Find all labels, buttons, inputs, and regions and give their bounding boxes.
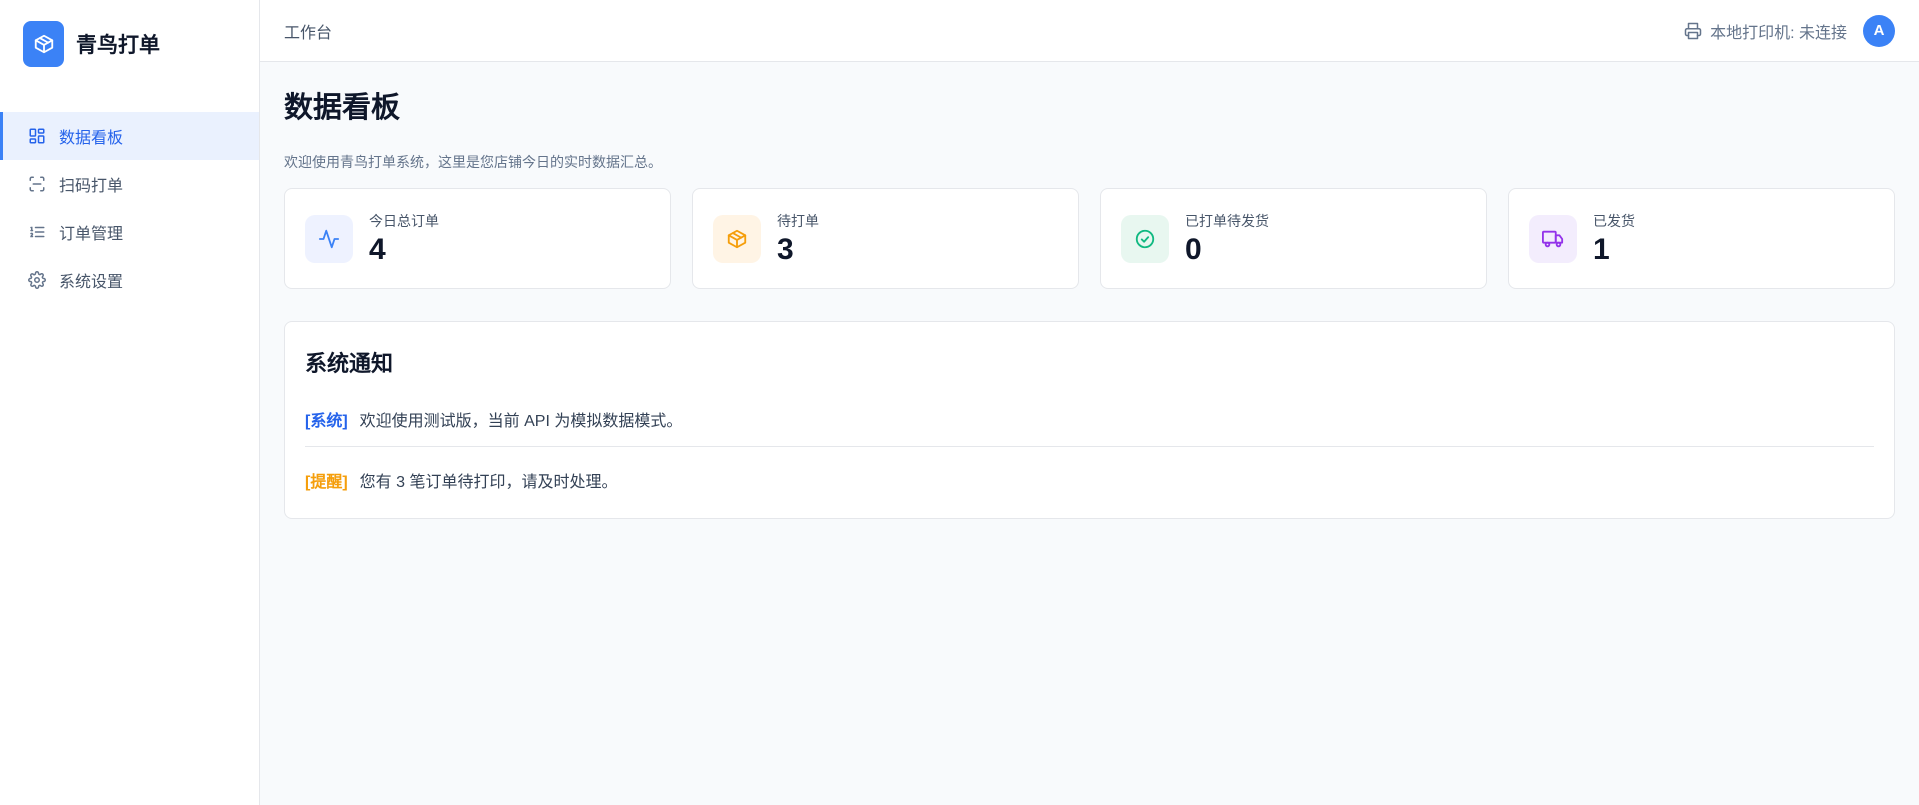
check-circle-icon — [1121, 214, 1169, 263]
topbar: 工作台 本地打印机: 未连接 A — [260, 0, 1919, 62]
notice-item: [系统] 欢迎使用测试版，当前 API 为模拟数据模式。 — [305, 400, 1874, 438]
notice-tag: [提醒] — [305, 473, 348, 491]
notice-list: [系统] 欢迎使用测试版，当前 API 为模拟数据模式。 [提醒] 您有 3 笔… — [305, 400, 1874, 502]
stats-row: 今日总订单 4 待打单 3 已打单待发货 0 已发货 1 — [284, 188, 1895, 289]
package-icon — [23, 21, 64, 67]
sidebar: 青鸟打单 数据看板 扫码打单 订单管理 系统设置 — [0, 0, 260, 805]
stat-label: 今日总订单 — [369, 212, 439, 229]
topbar-right: 本地打印机: 未连接 A — [1684, 14, 1895, 47]
sidebar-item-orders[interactable]: 订单管理 — [0, 208, 259, 256]
notice-title: 系统通知 — [305, 351, 394, 376]
notice-text: 欢迎使用测试版，当前 API 为模拟数据模式。 — [359, 413, 683, 430]
printer-status[interactable]: 本地打印机: 未连接 — [1684, 19, 1847, 43]
stat-card-total-orders: 今日总订单 4 — [284, 188, 671, 289]
avatar[interactable]: A — [1863, 14, 1895, 47]
sidebar-item-label: 订单管理 — [59, 226, 124, 243]
notice-item: [提醒] 您有 3 笔订单待打印，请及时处理。 — [305, 446, 1874, 502]
printer-icon — [1684, 22, 1702, 40]
stat-card-printed-pending-ship: 已打单待发货 0 — [1100, 188, 1487, 289]
sidebar-item-dashboard[interactable]: 数据看板 — [0, 112, 259, 160]
package-icon — [713, 214, 761, 263]
notice-text: 您有 3 笔订单待打印，请及时处理。 — [359, 473, 618, 491]
app-root: 青鸟打单 数据看板 扫码打单 订单管理 系统设置 工作台 本地打印机: 未连接 … — [0, 0, 1919, 805]
sidebar-item-settings[interactable]: 系统设置 — [0, 256, 259, 304]
sidebar-item-label: 系统设置 — [59, 274, 124, 291]
scan-icon — [27, 174, 47, 194]
activity-icon — [305, 214, 353, 263]
notice-tag: [系统] — [305, 413, 348, 430]
stat-value: 4 — [369, 232, 386, 266]
sidebar-item-scan[interactable]: 扫码打单 — [0, 160, 259, 208]
sidebar-nav: 数据看板 扫码打单 订单管理 系统设置 — [0, 112, 259, 304]
truck-icon — [1529, 214, 1577, 263]
main: 工作台 本地打印机: 未连接 A 数据看板 欢迎使用青鸟打单系统，这里是您店铺今… — [260, 0, 1919, 805]
list-icon — [27, 222, 47, 242]
stat-value: 3 — [777, 232, 794, 266]
stat-value: 1 — [1593, 232, 1610, 266]
printer-status-text: 本地打印机: 未连接 — [1710, 24, 1847, 42]
stat-card-pending-print: 待打单 3 — [692, 188, 1079, 289]
sidebar-item-label: 扫码打单 — [59, 178, 124, 195]
stat-value: 0 — [1185, 232, 1202, 266]
gear-icon — [27, 270, 47, 290]
brand-name: 青鸟打单 — [76, 34, 160, 57]
page-title: 数据看板 — [284, 92, 401, 124]
stat-label: 已发货 — [1593, 212, 1635, 229]
content: 数据看板 欢迎使用青鸟打单系统，这里是您店铺今日的实时数据汇总。 今日总订单 4 — [260, 62, 1919, 519]
system-notice-panel: 系统通知 [系统] 欢迎使用测试版，当前 API 为模拟数据模式。 [提醒] 您… — [284, 321, 1895, 519]
stat-card-shipped: 已发货 1 — [1508, 188, 1895, 289]
sidebar-item-label: 数据看板 — [59, 130, 124, 147]
stat-label: 待打单 — [777, 212, 819, 229]
stat-label: 已打单待发货 — [1185, 212, 1269, 229]
page-subtitle: 欢迎使用青鸟打单系统，这里是您店铺今日的实时数据汇总。 — [284, 154, 662, 170]
brand[interactable]: 青鸟打单 — [0, 0, 259, 88]
dashboard-icon — [27, 126, 47, 146]
topbar-title: 工作台 — [284, 24, 333, 42]
